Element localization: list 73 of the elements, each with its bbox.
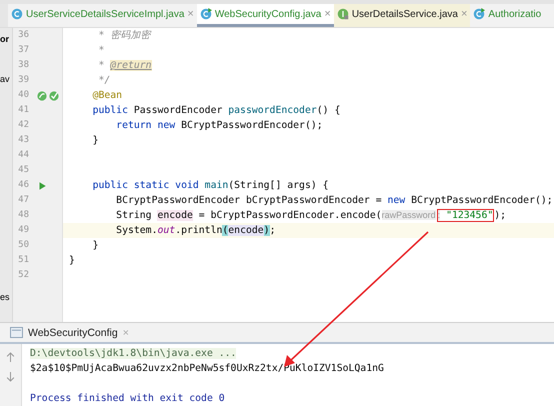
code-text: ); — [494, 210, 506, 221]
keyword: new — [388, 195, 406, 206]
up-arrow-icon[interactable] — [6, 352, 15, 363]
code-text: } — [69, 255, 75, 266]
matched-paren: ( — [222, 225, 228, 236]
close-icon[interactable]: × — [187, 8, 194, 20]
close-icon[interactable]: × — [324, 8, 331, 20]
code-text: BCryptPasswordEncoder(); — [411, 195, 553, 206]
line-number: 48 — [17, 209, 29, 222]
keyword: public — [92, 105, 129, 116]
code-text: String — [115, 210, 153, 221]
method-name: passwordEncoder — [228, 105, 317, 116]
code-text: (String[] args) { — [228, 180, 329, 191]
line-number: 41 — [17, 104, 29, 117]
line-number: 49 — [17, 224, 29, 237]
line-number: 47 — [17, 194, 29, 207]
annotation: @Bean — [92, 90, 122, 101]
line-number: 42 — [17, 119, 29, 132]
close-icon[interactable]: × — [460, 8, 468, 20]
close-icon[interactable]: × — [122, 326, 129, 338]
panel-label: es — [0, 292, 11, 302]
line-number: 44 — [17, 149, 29, 162]
bean-icon[interactable] — [37, 90, 47, 100]
code-text: = bCryptPasswordEncoder.encode( — [198, 210, 382, 221]
output-line: $2a$10$PmUjAcaBwua62uvzx2nbPeNw5sf0UxRz2tx/PuKloIZV1SoLQa1nG — [30, 363, 384, 374]
panel-label: or — [0, 34, 10, 44]
code-comment: */ — [97, 75, 110, 86]
code-comment: * — [97, 45, 104, 56]
code-text: .println — [175, 225, 222, 236]
keyword: public static void — [92, 180, 200, 191]
file-tab[interactable]: WebSecurityConfig.java × — [196, 4, 334, 27]
code-text: PasswordEncoder — [134, 105, 224, 116]
line-number: 45 — [17, 164, 29, 177]
run-tab[interactable]: WebSecurityConfig × — [0, 326, 139, 338]
line-number: 37 — [17, 44, 29, 57]
code-text: BCryptPasswordEncoder bCryptPasswordEncoder = — [115, 195, 383, 206]
line-number: 36 — [17, 29, 29, 42]
code-text: } — [92, 135, 98, 146]
class-file-icon — [200, 8, 212, 20]
code-text: ; — [270, 225, 276, 236]
variable-usage: encode — [228, 225, 264, 236]
panel-label: av — [0, 74, 11, 84]
interface-file-icon — [336, 8, 349, 20]
file-tab[interactable]: UserDetailsService.java × — [334, 4, 470, 27]
code-comment: * 密码加密 — [97, 30, 150, 41]
line-number: 52 — [17, 269, 29, 282]
parameter-hint: rawPassword — [382, 210, 436, 220]
line-number: 50 — [17, 239, 29, 252]
line-number: 51 — [17, 254, 29, 267]
bean-check-icon[interactable] — [49, 90, 59, 100]
class-file-icon — [11, 8, 23, 20]
static-field: out — [157, 225, 176, 236]
doc-tag: @return — [110, 60, 152, 71]
line-number: 39 — [17, 74, 29, 87]
code-comment: * — [97, 60, 106, 71]
variable-name: encode — [157, 210, 193, 221]
code-text: () { — [316, 105, 340, 116]
line-number: 43 — [17, 134, 29, 147]
exit-message: Process finished with exit code 0 — [30, 393, 225, 404]
run-icon[interactable] — [37, 180, 47, 190]
keyword: return new — [115, 120, 176, 131]
class-file-icon — [473, 8, 486, 20]
code-text: BCryptPasswordEncoder(); — [181, 120, 323, 131]
line-number: 40 — [17, 89, 29, 102]
code-text: System. — [115, 225, 158, 236]
down-arrow-icon[interactable] — [6, 371, 15, 382]
line-number: 38 — [17, 59, 29, 72]
string-literal: "123456" — [445, 210, 494, 221]
line-number: 46 — [17, 179, 29, 192]
parameter-hint: : — [438, 210, 440, 220]
method-name: main — [204, 180, 228, 191]
console-icon — [10, 327, 23, 338]
code-text: } — [92, 240, 98, 251]
